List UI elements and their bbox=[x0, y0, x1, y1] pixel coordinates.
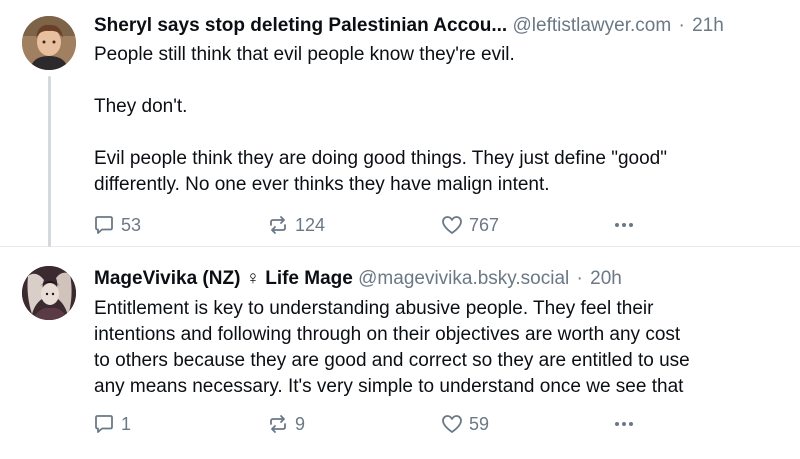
post-actions: 1 9 59 bbox=[92, 412, 652, 438]
heart-icon bbox=[442, 216, 462, 234]
repost-button[interactable]: 9 bbox=[266, 412, 305, 436]
reply-button[interactable]: 1 bbox=[92, 412, 131, 436]
repost-arrows-icon bbox=[270, 216, 286, 234]
post[interactable]: Sheryl says stop deleting Palestinian Ac… bbox=[0, 0, 800, 247]
post-text: Entitlement is key to understanding abus… bbox=[94, 298, 690, 397]
more-options-button[interactable] bbox=[612, 412, 636, 436]
reply-bubble-icon bbox=[95, 216, 113, 234]
post[interactable]: MageVivika (NZ) ♀ Life Mage @magevivika.… bbox=[0, 247, 800, 459]
reply-bubble-icon bbox=[95, 415, 113, 433]
avatar-image bbox=[22, 16, 76, 70]
avatar[interactable] bbox=[22, 16, 76, 70]
avatar[interactable] bbox=[22, 266, 76, 320]
more-options-button[interactable] bbox=[612, 213, 636, 237]
like-button[interactable]: 59 bbox=[440, 412, 489, 436]
ellipsis-icon bbox=[615, 422, 633, 426]
reply-count: 53 bbox=[121, 214, 142, 235]
post-actions: 53 124 767 bbox=[92, 213, 652, 239]
timestamp[interactable]: 21h bbox=[692, 15, 724, 36]
post-header: Sheryl says stop deleting Palestinian Ac… bbox=[94, 14, 724, 38]
post-header: MageVivika (NZ) ♀ Life Mage @magevivika.… bbox=[94, 267, 622, 291]
avatar-image bbox=[22, 266, 76, 320]
reply-count: 1 bbox=[121, 413, 132, 434]
thread-line bbox=[48, 76, 51, 247]
repost-count: 9 bbox=[295, 413, 306, 434]
timestamp[interactable]: 20h bbox=[590, 268, 622, 289]
author-handle[interactable]: @leftistlawyer.com bbox=[513, 15, 672, 36]
author-name[interactable]: Sheryl says stop deleting Palestinian Ac… bbox=[94, 15, 507, 36]
repost-arrows-icon bbox=[270, 415, 286, 433]
reply-button[interactable]: 53 bbox=[92, 213, 141, 237]
post-text: People still think that evil people know… bbox=[94, 44, 667, 195]
separator-dot: · bbox=[576, 268, 583, 289]
repost-count: 124 bbox=[295, 214, 326, 235]
like-count: 767 bbox=[469, 214, 500, 235]
like-count: 59 bbox=[469, 413, 490, 434]
ellipsis-icon bbox=[615, 223, 633, 227]
author-handle[interactable]: @magevivika.bsky.social bbox=[358, 268, 569, 289]
repost-button[interactable]: 124 bbox=[266, 213, 325, 237]
author-name[interactable]: MageVivika (NZ) ♀ Life Mage bbox=[94, 268, 353, 289]
heart-icon bbox=[442, 415, 462, 433]
separator-dot: · bbox=[678, 15, 685, 36]
like-button[interactable]: 767 bbox=[440, 213, 499, 237]
